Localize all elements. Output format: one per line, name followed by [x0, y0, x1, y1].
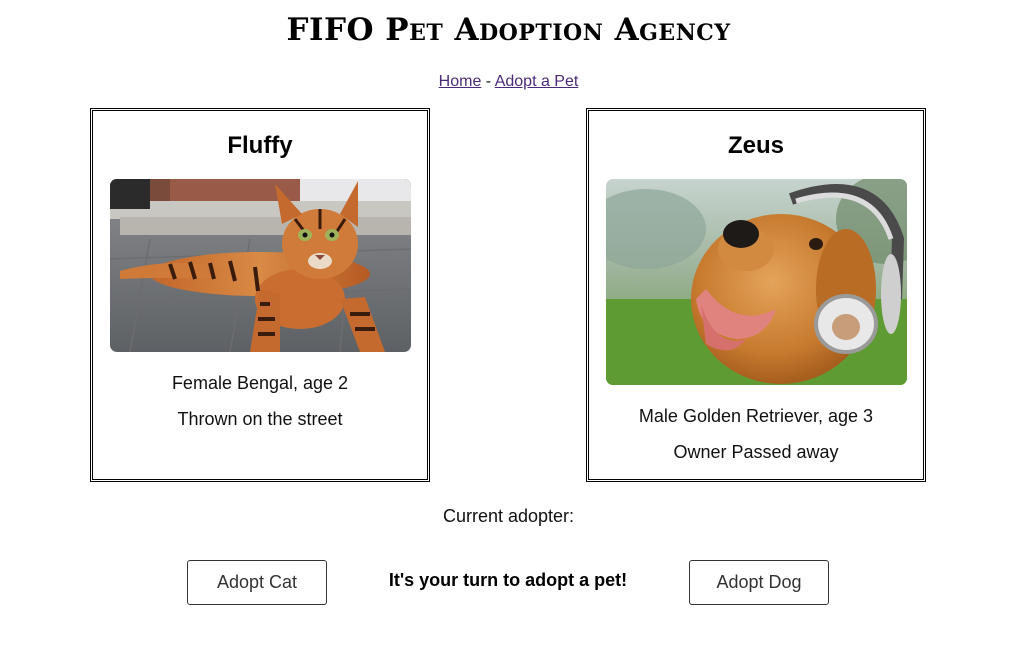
- dog-name: Zeus: [727, 132, 784, 159]
- breadcrumb-separator: -: [481, 73, 495, 90]
- dog-image: [606, 179, 907, 385]
- cat-card: Fluffy Female Bengal, age 2 Thrown on th…: [90, 108, 430, 482]
- cat-photo: [110, 179, 411, 352]
- cat-description: Female Bengal, age 2: [171, 373, 349, 393]
- breadcrumb-adopt-link[interactable]: Adopt a Pet: [495, 73, 579, 90]
- cat-story: Thrown on the street: [177, 409, 343, 429]
- dog-photo: [606, 179, 907, 385]
- adopt-cat-button[interactable]: Adopt Cat: [187, 560, 327, 605]
- turn-message: It's your turn to adopt a pet!: [388, 570, 628, 590]
- adopt-dog-button[interactable]: Adopt Dog: [689, 560, 829, 605]
- page-title: FIFO Pet Adoption Agency: [286, 12, 731, 48]
- current-adopter: Current adopter:: [0, 506, 1017, 527]
- current-adopter-label: Current adopter:: [442, 506, 575, 526]
- cat-name: Fluffy: [227, 132, 293, 159]
- breadcrumb: Home - Adopt a Pet: [0, 73, 1017, 91]
- cat-image: [110, 179, 411, 352]
- dog-story: Owner Passed away: [673, 442, 839, 462]
- dog-card: Zeus Male Golden Retriever, age 3 Owner …: [586, 108, 926, 482]
- dog-description: Male Golden Retriever, age 3: [638, 406, 874, 426]
- breadcrumb-home-link[interactable]: Home: [439, 73, 482, 90]
